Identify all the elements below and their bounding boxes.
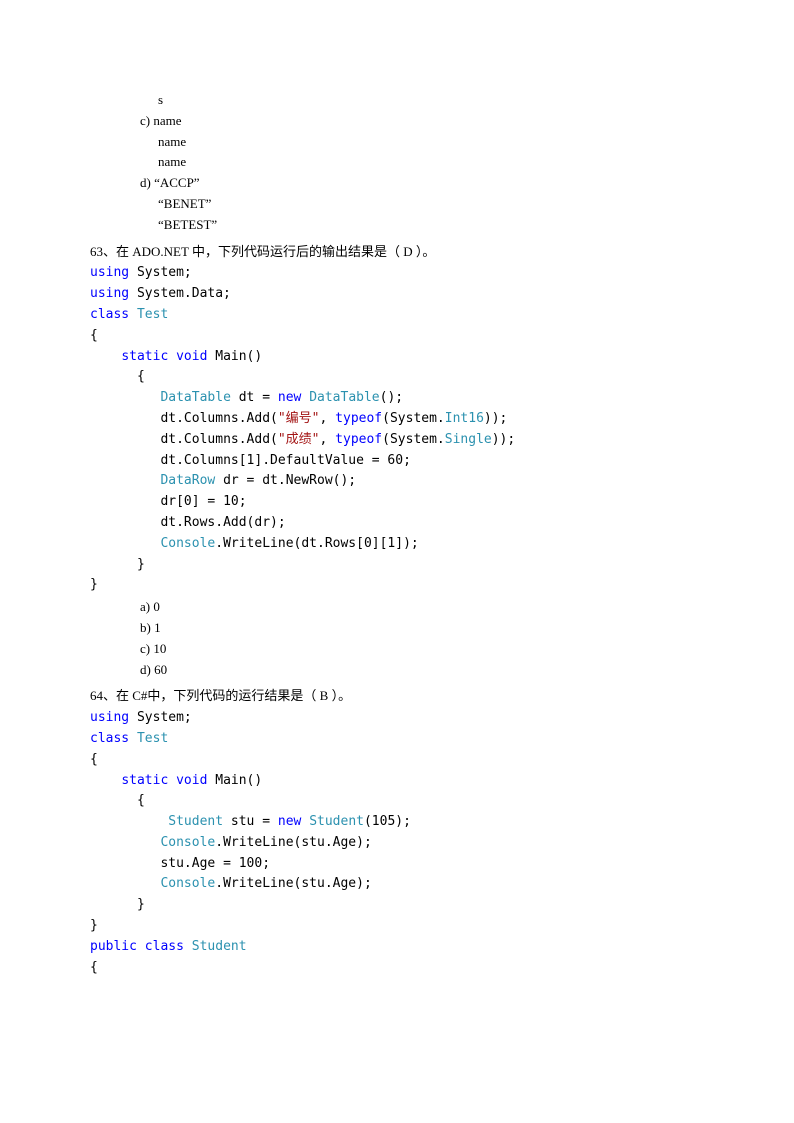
code-64: using System; class Test { static void M… [90, 708, 704, 978]
option-d-line3: “BETEST” [158, 215, 704, 236]
option-c-line3: name [158, 152, 704, 173]
option-c-line2: name [158, 132, 704, 153]
question-64: 64、在 C#中，下列代码的运行结果是（ B ）。 [90, 686, 704, 707]
q63-opt-b: b) 1 [140, 618, 704, 639]
q63-opt-a: a) 0 [140, 597, 704, 618]
q63-opt-d: d) 60 [140, 660, 704, 681]
code-63: using System; using System.Data; class T… [90, 263, 704, 596]
option-b-line3: s [158, 90, 704, 111]
option-d-line2: “BENET” [158, 194, 704, 215]
option-c: c) name [140, 111, 704, 132]
option-d: d) “ACCP” [140, 173, 704, 194]
document-page: s c) name name name d) “ACCP” “BENET” “B… [0, 0, 794, 978]
question-63: 63、在 ADO.NET 中，下列代码运行后的输出结果是（ D ）。 [90, 242, 704, 263]
q63-opt-c: c) 10 [140, 639, 704, 660]
